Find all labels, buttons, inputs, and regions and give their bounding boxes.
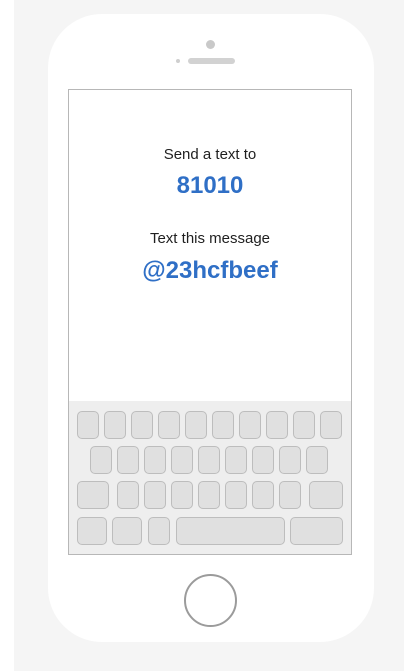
text-message-label: Text this message (149, 230, 271, 247)
shift-key (77, 481, 109, 509)
keyboard-key (239, 411, 261, 439)
keyboard-key (293, 411, 315, 439)
keyboard-illustration (69, 401, 351, 554)
space-key (176, 517, 285, 545)
sensor-icon (176, 59, 180, 63)
short-code-number: 81010 (176, 172, 244, 199)
home-button-icon (184, 574, 237, 627)
keyboard-key (117, 481, 139, 509)
keyboard-key (144, 481, 166, 509)
return-key (290, 517, 343, 545)
keyboard-key (185, 411, 207, 439)
mic-key (148, 517, 170, 545)
keyboard-key (117, 446, 139, 474)
speaker-icon (188, 58, 235, 64)
keyboard-key (252, 481, 274, 509)
keyboard-key (252, 446, 274, 474)
keyboard-key (279, 446, 301, 474)
phone-screen: Send a text to 81010 Text this message @… (68, 89, 352, 555)
keyboard-key (225, 481, 247, 509)
keyboard-key (144, 446, 166, 474)
keyboard-key (198, 481, 220, 509)
numbers-key (77, 517, 107, 545)
keyboard-key (131, 411, 153, 439)
keyboard-key (158, 411, 180, 439)
backspace-key (309, 481, 343, 509)
keyboard-key (77, 411, 99, 439)
phone-illustration: Send a text to 81010 Text this message @… (48, 14, 374, 642)
keyboard-key (320, 411, 342, 439)
keyboard-key (198, 446, 220, 474)
emoji-key (112, 517, 142, 545)
keyboard-key (266, 411, 288, 439)
keyboard-key (171, 481, 193, 509)
camera-icon (206, 40, 215, 49)
send-label: Send a text to (163, 146, 257, 163)
keyboard-key (212, 411, 234, 439)
keyboard-key (279, 481, 301, 509)
keyboard-key (225, 446, 247, 474)
keyboard-key (104, 411, 126, 439)
keyboard-key (171, 446, 193, 474)
keyboard-key (90, 446, 112, 474)
instruction-illustration: Send a text to 81010 Text this message @… (0, 0, 404, 671)
keyboard-key (306, 446, 328, 474)
message-code: @23hcfbeef (142, 257, 278, 284)
